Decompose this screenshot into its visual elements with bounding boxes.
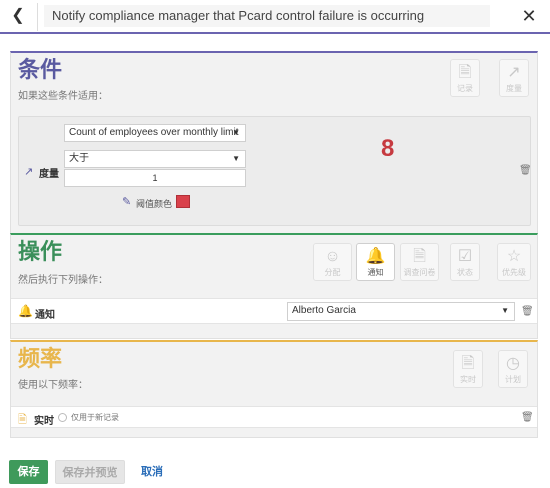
add-metric-condition-button[interactable]: ↗ 度量 [499,59,529,97]
pencil-icon[interactable]: ✎ [122,195,131,208]
trend-icon: ↗ [24,165,34,178]
realtime-frequency-button[interactable]: 🗎 实时 [453,350,483,388]
trend-icon: ↗ [507,64,521,81]
threshold-input[interactable]: 1 [64,169,246,187]
actions-title: 操作 [18,240,63,265]
cancel-button[interactable]: 取消 [135,460,169,484]
status-action-button[interactable]: ☑ 状态 [450,243,480,281]
chevron-down-icon: ▼ [232,128,240,137]
status-icon: ☑ [457,248,473,265]
threshold-color-label: 阈值颜色 [136,200,173,210]
frequency-title: 频率 [18,347,63,372]
conditions-subtitle: 如果这些条件适用： [18,91,108,102]
notify-action-row: 🔔 通知 Alberto Garcia ▼ 🗑 [11,298,537,324]
actions-subtitle: 然后执行下列操作： [18,275,108,286]
frequency-section: 频率 使用以下频率： 🗎 实时 ◷ 计划 🗎 实时 仅用于新记录 🗑 [10,340,538,438]
save-and-preview-button[interactable]: 保存并预览 [55,460,125,484]
metric-condition-card: ↗ 度量 Count of employees over monthly lim… [18,116,532,226]
threshold-color-swatch[interactable] [176,195,190,208]
chevron-down-icon: ▼ [232,154,240,163]
header-bar: ❮ Notify compliance manager that Pcard c… [0,0,550,34]
realtime-label: 实时 [34,416,54,427]
conditions-title: 条件 [18,58,63,83]
priority-action-button[interactable]: ☆ 优先级 [497,243,531,281]
add-record-condition-button[interactable]: 🗎 记录 [450,59,480,97]
rule-title-field[interactable]: Notify compliance manager that Pcard con… [44,5,490,27]
actions-section: 操作 然后执行下列操作： ☺ 分配 🔔 通知 🗎 调查问卷 ☑ 状态 ☆ 优先级… [10,233,538,339]
metric-label: 度量 [39,169,59,180]
chevron-down-icon: ▼ [501,306,509,315]
current-metric-value: 8 [381,135,395,162]
operator-select[interactable]: 大于 ▼ [64,150,246,168]
person-icon: ☺ [324,248,341,265]
metric-select[interactable]: Count of employees over monthly limit ▼ [64,124,246,142]
new-records-label: 仅用于新记录 [71,413,119,422]
save-button[interactable]: 保存 [9,460,48,484]
close-icon[interactable]: ✕ [518,5,540,27]
notify-label: 通知 [35,310,55,321]
realtime-frequency-row: 🗎 实时 仅用于新记录 🗑 [11,406,537,428]
realtime-icon: 🗎 [461,355,475,372]
trash-icon[interactable]: 🗑 [521,306,534,317]
trash-icon[interactable]: 🗑 [519,165,532,176]
realtime-icon: 🗎 [18,413,27,426]
notify-recipient-select[interactable]: Alberto Garcia ▼ [287,302,515,321]
bell-icon: 🔔 [365,248,386,265]
header-divider [37,3,38,31]
survey-action-button[interactable]: 🗎 调查问卷 [400,243,439,281]
notify-action-button[interactable]: 🔔 通知 [356,243,395,281]
document-icon: 🗎 [458,64,472,81]
conditions-section: 条件 如果这些条件适用： 🗎 记录 ↗ 度量 ↗ 度量 Count of emp… [10,51,538,234]
star-icon: ☆ [506,248,522,265]
clock-icon: ◷ [506,355,520,372]
schedule-frequency-button[interactable]: ◷ 计划 [498,350,528,388]
new-records-checkbox[interactable] [58,413,67,422]
chevron-left-icon[interactable]: ❮ [8,6,28,26]
bell-icon: 🔔 [18,304,33,318]
frequency-subtitle: 使用以下频率： [18,380,88,391]
trash-icon[interactable]: 🗑 [521,412,534,423]
survey-icon: 🗎 [413,248,426,265]
assign-action-button[interactable]: ☺ 分配 [313,243,352,281]
